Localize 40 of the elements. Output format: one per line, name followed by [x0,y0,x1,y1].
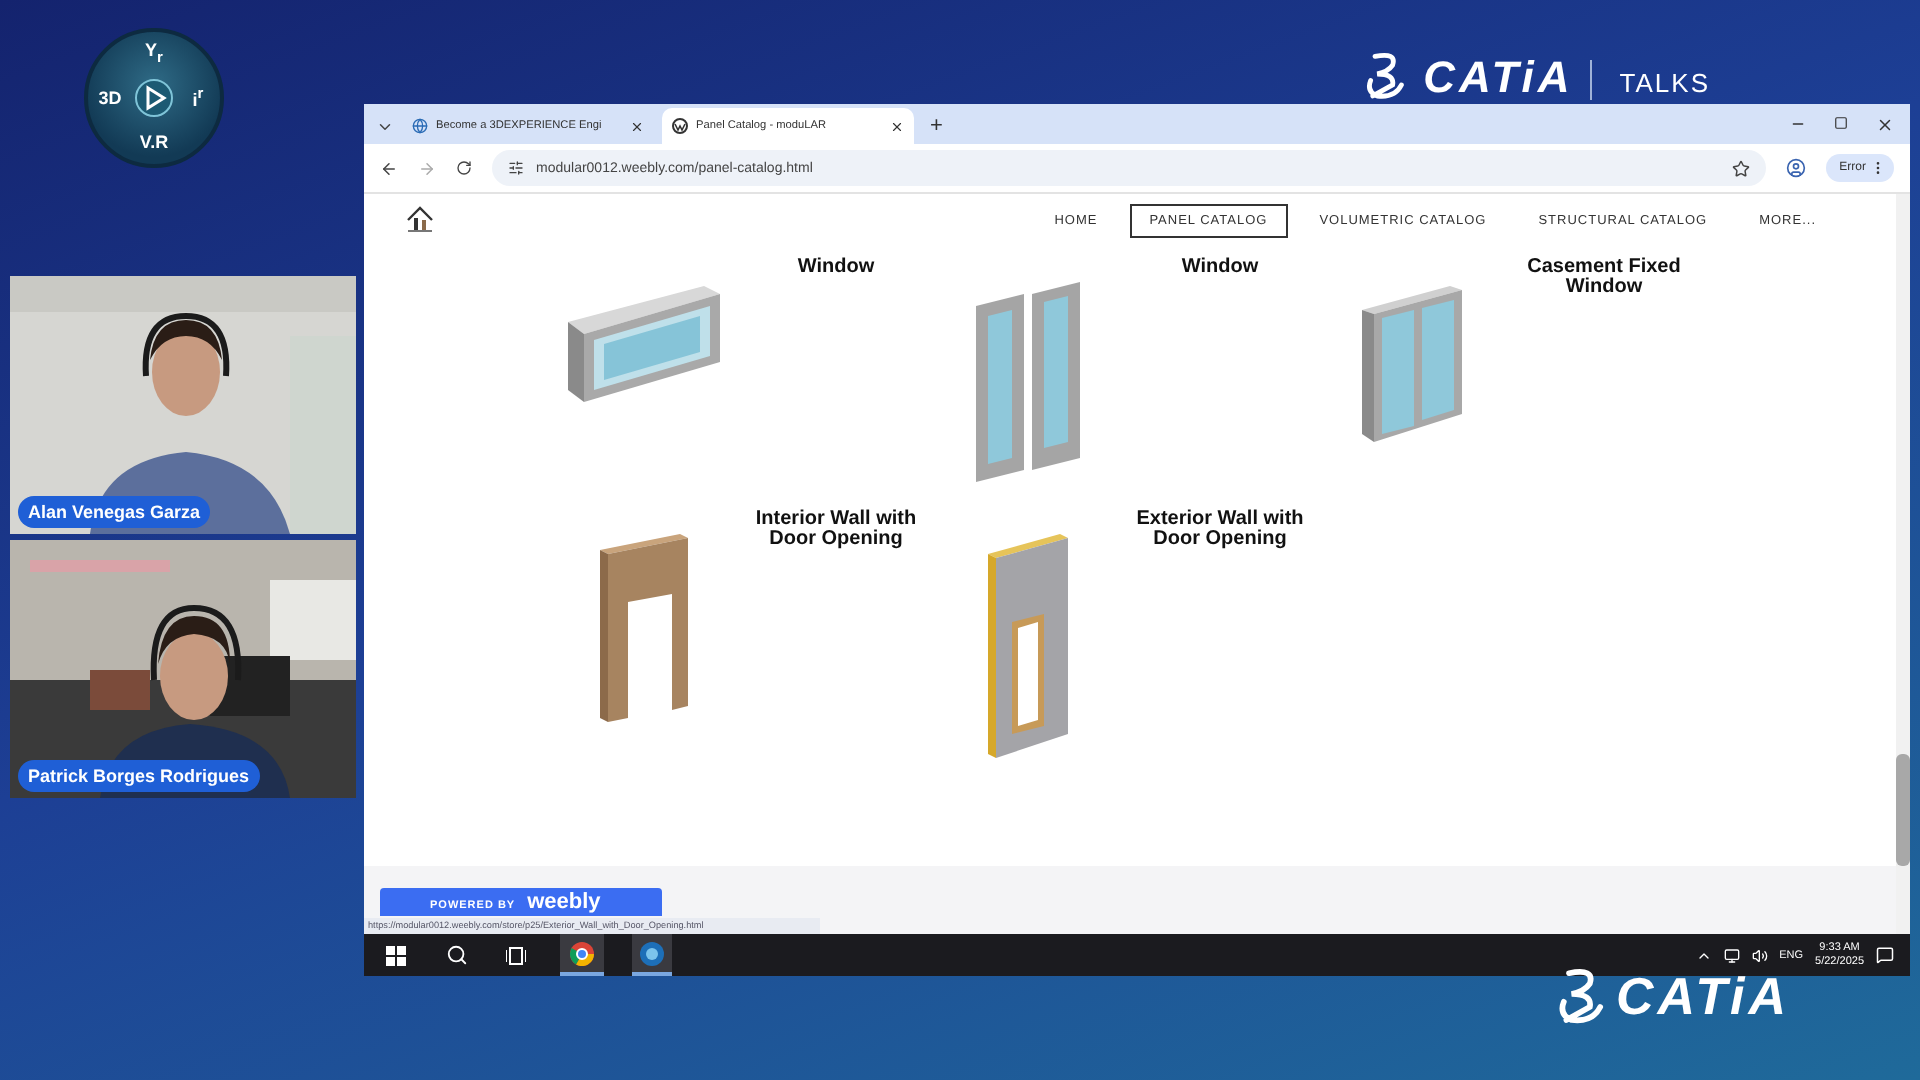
house-logo-icon [404,206,436,234]
notification-icon[interactable] [1876,946,1894,964]
brand-name: CATiA [1616,970,1791,1023]
ds-swirl-logo-icon [1363,51,1408,100]
close-icon[interactable] [1876,115,1894,133]
ds-swirl-logo-icon [1556,968,1608,1026]
product-title[interactable]: Window [740,258,932,278]
product-title[interactable]: Exterior Wall with Door Opening [1124,510,1316,550]
play-icon [134,78,174,118]
reload-icon[interactable] [456,160,472,176]
new-tab-button[interactable]: + [922,108,951,144]
bookmark-star-icon[interactable] [1731,159,1750,177]
brand-name: CATiA [1423,56,1574,100]
site-favicon-icon [672,118,688,134]
chrome-icon[interactable] [570,941,594,965]
logo-text: i$^{r}$ [192,86,204,110]
globe-icon [412,118,428,134]
task-view-icon[interactable] [506,945,526,965]
scroll-thumb[interactable] [1896,754,1910,866]
windows-start-icon[interactable] [386,945,406,965]
profile-icon[interactable] [1785,158,1806,178]
app-icon[interactable] [640,941,664,965]
show-name: TALKS [1619,70,1710,96]
search-icon[interactable] [445,944,467,966]
site-info-icon[interactable] [508,160,524,176]
volume-icon[interactable] [1751,947,1768,963]
logo-text: Y$_{r}$ [145,42,163,66]
participant-name: Alan Venegas Garza [18,496,211,528]
product-title[interactable]: Window [1124,258,1316,278]
close-icon[interactable] [890,119,904,133]
close-icon[interactable] [630,119,644,133]
participant-name: Patrick Borges Rodrigues [18,760,260,792]
badge-brand: weebly [527,892,601,914]
logo-text: V.R [139,133,169,151]
scrollbar[interactable] [1896,194,1910,934]
logo-text: 3D [98,89,122,107]
maximize-icon[interactable] [1834,115,1848,129]
product-title[interactable]: Interior Wall with Door Opening [740,510,932,550]
back-icon[interactable] [380,159,398,177]
product-title[interactable]: Casement Fixed Window [1508,258,1700,298]
